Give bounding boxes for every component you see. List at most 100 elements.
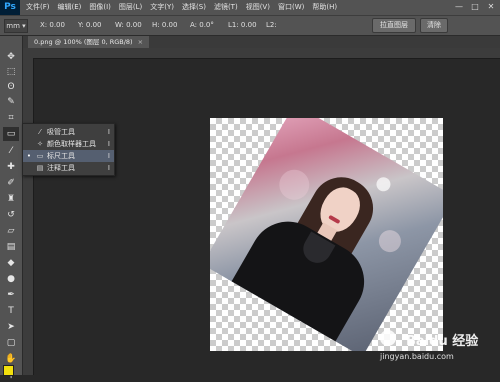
ruler-icon: ▭ (6, 129, 16, 139)
document-tab-bar: 0.png @ 100% (图层 0, RGB/8) × (23, 36, 500, 48)
note-icon: ▤ (36, 164, 44, 172)
healing-icon: ✚ (7, 162, 15, 172)
quick-select-icon: ✎ (7, 97, 15, 107)
move-icon: ✥ (7, 52, 15, 62)
stamp-tool[interactable]: ♜ (3, 192, 19, 206)
menu-edit[interactable]: 编辑(E) (58, 0, 82, 15)
brush-tool[interactable]: ✐ (3, 176, 19, 190)
eraser-icon: ▱ (7, 226, 15, 236)
flyout-item-eyedropper[interactable]: ⁄ 吸管工具 I (23, 126, 114, 138)
tab-close-icon[interactable]: × (138, 38, 143, 46)
document-tab-title: 0.png @ 100% (图层 0, RGB/8) (34, 38, 133, 46)
options-bar: mm ▾ X: 0.00 Y: 0.00 W: 0.00 H: 0.00 A: … (0, 16, 500, 36)
hand-tool[interactable]: ✋ (3, 352, 19, 366)
eyedropper-tool-flyout: ⁄ 吸管工具 I ✧ 颜色取样器工具 I • ▭ 标尺工具 I ▤ 注释工具 I (22, 123, 115, 176)
eyedropper-icon: ⁄ (10, 146, 12, 156)
dodge-tool[interactable]: ● (3, 272, 19, 286)
flyout-item-label: 标尺工具 (47, 152, 75, 160)
foreground-color-swatch[interactable] (3, 365, 14, 376)
menu-items: 文件(F) 编辑(E) 图像(I) 图层(L) 文字(Y) 选择(S) 滤镜(T… (26, 0, 345, 15)
ruler-icon: ▭ (36, 152, 44, 160)
eraser-tool[interactable]: ▱ (3, 224, 19, 238)
lasso-tool[interactable]: ʘ (3, 80, 19, 94)
menu-view[interactable]: 视图(V) (246, 0, 270, 15)
flyout-item-label: 颜色取样器工具 (47, 140, 96, 148)
path-select-icon: ➤ (7, 322, 15, 332)
path-select-tool[interactable]: ➤ (3, 320, 19, 334)
straighten-layer-button[interactable]: 拉直图层 (372, 18, 416, 33)
gradient-icon: ▤ (6, 242, 16, 252)
hand-icon: ✋ (5, 354, 17, 364)
flyout-item-note[interactable]: ▤ 注释工具 I (23, 162, 114, 174)
canvas-area[interactable] (34, 59, 500, 375)
l2-readout: L2: (266, 21, 277, 29)
tools-panel: ✥ ⬚ ʘ ✎ ⌗ ▭ ⁄ ✚ ✐ ♜ ↺ ▱ ▤ ◆ ● ✒ T ➤ ▢ ✋ … (0, 36, 23, 380)
menu-filter[interactable]: 滤镜(T) (214, 0, 238, 15)
close-icon[interactable]: ✕ (486, 2, 496, 11)
w-readout: W: 0.00 (115, 21, 142, 29)
l1-readout: L1: 0.00 (228, 21, 257, 29)
color-sampler-icon: ✧ (37, 140, 43, 148)
rotated-photo (210, 118, 443, 351)
blur-icon: ◆ (7, 258, 15, 268)
lasso-icon: ʘ (7, 82, 15, 92)
menu-bar: Ps 文件(F) 编辑(E) 图像(I) 图层(L) 文字(Y) 选择(S) 滤… (0, 0, 500, 16)
menu-file[interactable]: 文件(F) (26, 0, 50, 15)
angle-readout: A: 0.0° (190, 21, 214, 29)
dodge-icon: ● (7, 274, 15, 284)
blur-tool[interactable]: ◆ (3, 256, 19, 270)
type-icon: T (8, 306, 14, 316)
menu-image[interactable]: 图像(I) (89, 0, 111, 15)
horizontal-ruler (23, 48, 500, 59)
clear-button[interactable]: 清除 (420, 18, 448, 33)
crop-icon: ⌗ (8, 113, 14, 123)
y-readout: Y: 0.00 (78, 21, 102, 29)
menu-type[interactable]: 文字(Y) (150, 0, 174, 15)
pen-icon: ✒ (7, 290, 15, 300)
flyout-item-ruler[interactable]: • ▭ 标尺工具 I (23, 150, 114, 162)
healing-tool[interactable]: ✚ (3, 160, 19, 174)
minimize-icon[interactable]: — (454, 2, 464, 11)
flyout-item-shortcut: I (107, 140, 110, 148)
quick-select-tool[interactable]: ✎ (3, 95, 19, 109)
brush-icon: ✐ (7, 178, 15, 188)
history-brush-icon: ↺ (7, 210, 15, 220)
vertical-ruler (23, 58, 34, 375)
flyout-item-label: 吸管工具 (47, 128, 75, 136)
menu-select[interactable]: 选择(S) (182, 0, 206, 15)
watermark-brand: Baidu 经验 (406, 334, 479, 349)
crop-tool[interactable]: ⌗ (3, 111, 19, 125)
baidu-watermark: Baidu 经验 jingyan.baidu.com (378, 330, 496, 370)
menu-help[interactable]: 帮助(H) (312, 0, 337, 15)
document-tab[interactable]: 0.png @ 100% (图层 0, RGB/8) × (28, 36, 150, 48)
pen-tool[interactable]: ✒ (3, 288, 19, 302)
document-canvas[interactable] (210, 118, 443, 351)
marquee-tool[interactable]: ⬚ (3, 65, 19, 79)
baidu-paw-icon (380, 330, 396, 346)
watermark-url: jingyan.baidu.com (380, 352, 454, 361)
gradient-tool[interactable]: ▤ (3, 240, 19, 254)
selected-bullet-icon: • (26, 152, 32, 160)
eyedropper-icon: ⁄ (39, 128, 41, 136)
marquee-icon: ⬚ (6, 67, 16, 77)
photoshop-logo: Ps (0, 0, 20, 15)
eyedropper-tool[interactable]: ⁄ (3, 144, 19, 158)
flyout-item-shortcut: I (107, 128, 110, 136)
flyout-item-shortcut: I (107, 152, 110, 160)
shape-tool[interactable]: ▢ (3, 336, 19, 350)
type-tool[interactable]: T (3, 304, 19, 318)
stamp-icon: ♜ (6, 194, 16, 204)
h-readout: H: 0.00 (152, 21, 178, 29)
window-controls: — □ ✕ (454, 2, 496, 11)
menu-window[interactable]: 窗口(W) (278, 0, 304, 15)
shape-icon: ▢ (6, 338, 16, 348)
history-brush-tool[interactable]: ↺ (3, 208, 19, 222)
menu-layer[interactable]: 图层(L) (119, 0, 142, 15)
flyout-item-label: 注释工具 (47, 164, 75, 172)
move-tool[interactable]: ✥ (3, 50, 19, 64)
tool-preset-picker[interactable]: mm ▾ (4, 19, 28, 33)
maximize-icon[interactable]: □ (470, 2, 480, 11)
flyout-item-shortcut: I (107, 164, 110, 172)
flyout-item-color-sampler[interactable]: ✧ 颜色取样器工具 I (23, 138, 114, 150)
ruler-tool[interactable]: ▭ (3, 127, 19, 141)
